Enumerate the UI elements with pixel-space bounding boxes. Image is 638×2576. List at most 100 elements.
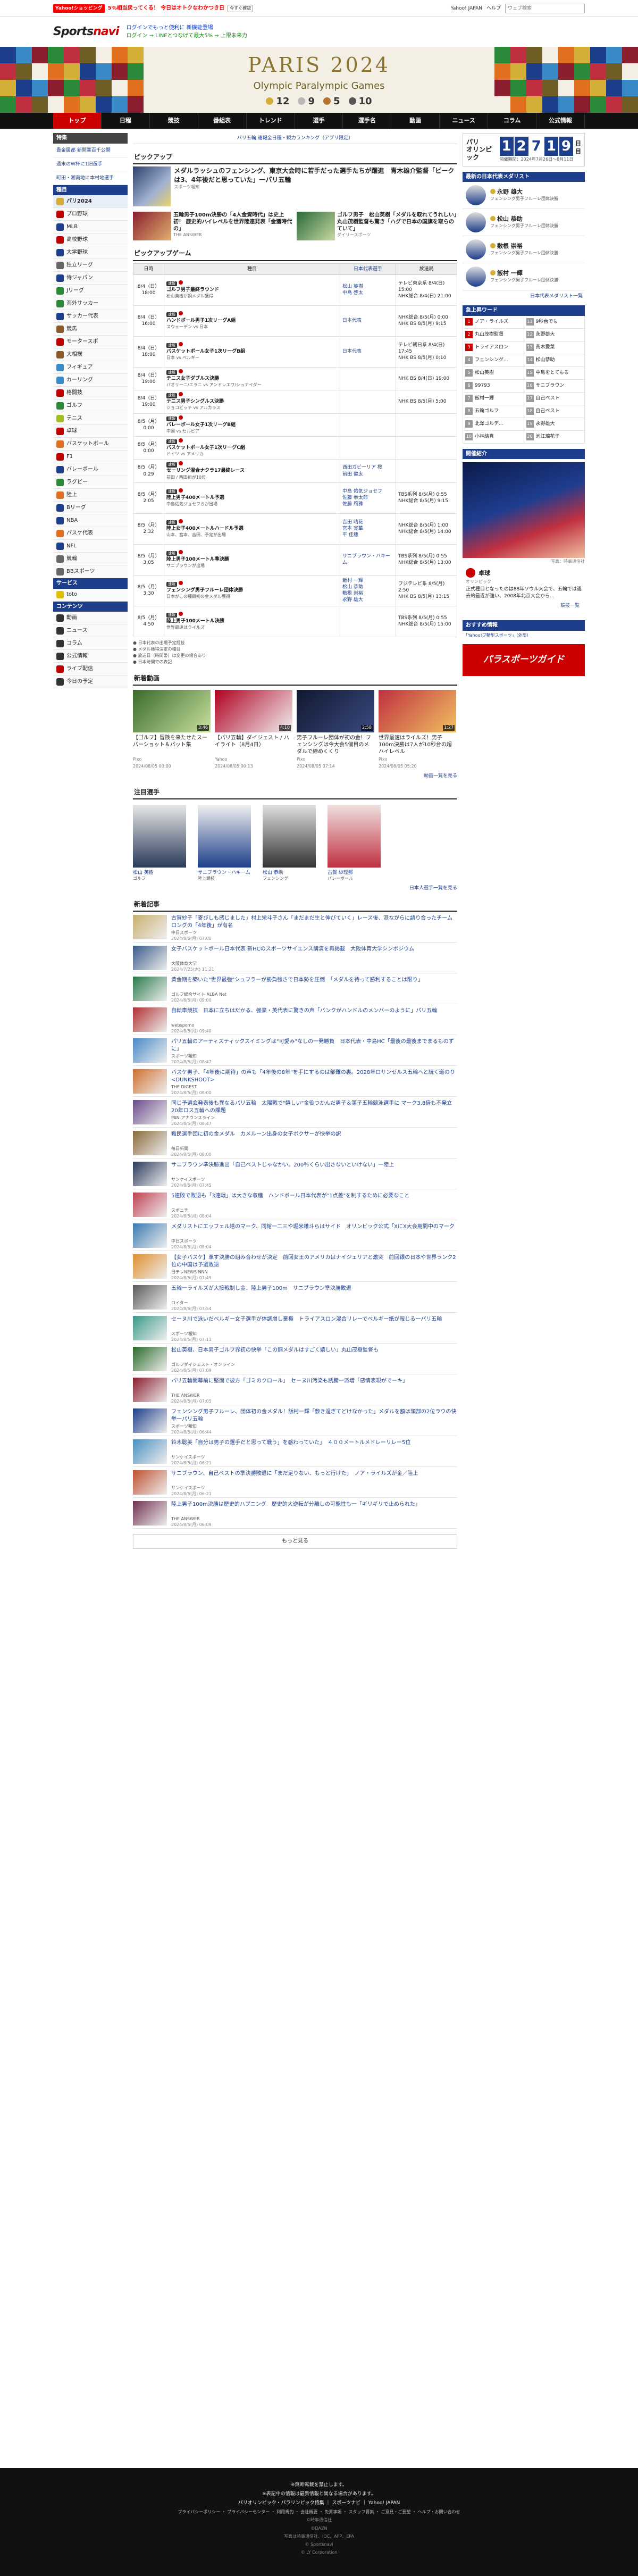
video-thumbnail[interactable]: 2:58 xyxy=(297,689,374,732)
game-event-name[interactable]: 陸上女子400メートルハードル予選 xyxy=(166,526,338,532)
nav-item[interactable]: コラム xyxy=(488,113,537,129)
sidebar-item-sports[interactable]: バスケットボール xyxy=(53,438,128,451)
medalist-item[interactable]: 飯村 一輝 フェンシング男子フルーレ団体決勝 xyxy=(463,263,585,291)
videos-more-link[interactable]: 動画一覧を見る xyxy=(133,773,457,779)
game-players[interactable]: サニブラウン・ハキーム xyxy=(340,544,396,576)
ranking-item[interactable]: 20 池江璃花子 xyxy=(524,430,585,444)
video-title[interactable]: 【ゴルフ】冒険を来たせたスーパーショット＆パット集 xyxy=(133,735,211,756)
ranking-word[interactable]: サニブラウン xyxy=(536,382,565,389)
news-thumbnail[interactable] xyxy=(133,1316,167,1341)
sidebar-item-contents[interactable]: 公式情報 xyxy=(53,650,128,663)
news-title[interactable]: セーヌ川で泳いだベルギー女子選手が体調崩し棄権 トライアスロン混合リレーでベルギ… xyxy=(171,1316,442,1331)
ranking-item[interactable]: 4 フェンシング... xyxy=(463,354,524,367)
game-event[interactable]: 速報 バスケットボール女子1次リーグB組 日本 vs ベルギー xyxy=(164,336,340,368)
sidebar-item-sports[interactable]: 海外サッカー xyxy=(53,297,128,310)
news-thumbnail[interactable] xyxy=(133,1254,167,1279)
promo-button[interactable]: 今すぐ確認 xyxy=(228,4,254,13)
ranking-word[interactable]: 99793 xyxy=(475,382,490,389)
sidebar-item-sports[interactable]: バレーボール xyxy=(53,463,128,476)
athlete-name[interactable]: サニブラウン・ハキーム xyxy=(198,870,251,876)
news-item[interactable]: フェンシング男子フルーレ、団体初の金メダル！飯村一輝「敷き過ぎてどけなかった」メ… xyxy=(133,1405,457,1437)
game-event-name[interactable]: フェンシング男子フルーレ団体決勝 xyxy=(166,587,338,594)
medalist-avatar[interactable] xyxy=(466,212,486,233)
game-row[interactable]: 8/5（月） 3:05 速報 陸上男子100メートル準決勝 サニブラウンが出場 サニブラウ… xyxy=(133,544,457,576)
news-item[interactable]: 5連敗で敗退も「3連戦」は大きな収穫 ハンドボール日本代表が"1点差"を制するた… xyxy=(133,1189,457,1221)
sidebar-item-sports[interactable]: MLB xyxy=(53,221,128,234)
game-players[interactable] xyxy=(340,366,396,391)
medalist-name[interactable]: 永野 雄大 xyxy=(497,188,523,195)
sidebar-item-sports[interactable]: フィギュア xyxy=(53,361,128,374)
news-thumbnail[interactable] xyxy=(133,1193,167,1218)
game-event[interactable]: 速報 ゴルフ男子最終ラウンド 松山英樹が銅メダル獲得 xyxy=(164,274,340,306)
athlete-card[interactable]: 松山 英樹 ゴルフ xyxy=(133,804,186,882)
news-thumbnail[interactable] xyxy=(133,1223,167,1248)
game-row[interactable]: 8/4（日） 18:00 速報 バスケットボール女子1次リーグB組 日本 vs ベルギー… xyxy=(133,336,457,368)
medalist-item[interactable]: 松山 恭助 フェンシング男子フルーレ団体決勝 xyxy=(463,209,585,237)
ranking-item[interactable]: 11 9秒台でも xyxy=(524,315,585,329)
sidebar-item-sports[interactable]: テニス xyxy=(53,412,128,425)
nav-item[interactable]: トップ xyxy=(53,113,102,129)
feature-more-link[interactable]: 競技一覧 xyxy=(466,600,582,612)
pickup-thumbnail[interactable] xyxy=(133,212,171,241)
footer-links-2[interactable]: プライバシーポリシー ・ プライバシーセンター ・ 利用規約 ・ 会社概要 ・ … xyxy=(0,2508,638,2516)
athletes-more-link[interactable]: 日本人選手一覧を見る xyxy=(133,885,457,891)
news-item[interactable]: セーヌ川で泳いだベルギー女子選手が体調崩し棄権 トライアスロン混合リレーでベルギ… xyxy=(133,1313,457,1344)
news-title[interactable]: 黄金期を築いた"世界最強"シュフラーが勝負強さで日本勢を圧倒 「メダルを待って勝… xyxy=(171,977,423,991)
sportsnavi-logo[interactable]: Sportsnavi xyxy=(53,24,120,40)
news-item[interactable]: パリ五輪開幕前に堅固で彼方「ゴミのクロール」 セーヌ川汚染も誘騰一派増「感情表現… xyxy=(133,1374,457,1406)
athlete-photo[interactable] xyxy=(328,804,381,868)
news-item[interactable]: 同じ予選会発表後も異なるパリ五輪 太陽戦で"嬉しい"金役つかんだ男子＆第子五輪競… xyxy=(133,1097,457,1128)
athlete-name[interactable]: 古賀 紗理那 xyxy=(328,870,381,876)
news-more-button[interactable]: もっと見る xyxy=(133,1534,457,1549)
news-title[interactable]: 【女子バスケ】革す決勝の組み合わせが決定 前回女王のアメリカはナイジェリアと激突… xyxy=(171,1254,457,1269)
ranking-item[interactable]: 15 中島をとてもる xyxy=(524,366,585,380)
feature-photo[interactable] xyxy=(463,462,585,558)
pickup-main-title[interactable]: メダルラッシュのフェンシング、東京大会時に若手だった選手たちが躍進 青木雄介監督… xyxy=(174,166,457,185)
medalist-avatar[interactable] xyxy=(466,266,486,287)
special-link[interactable]: 週末のW杯に1旧選手 xyxy=(53,157,128,171)
news-title[interactable]: サニブラウン準決勝進出「自己ベストじゃなかい。200％くらい出さないといけない」… xyxy=(171,1162,394,1177)
news-title[interactable]: 同じ予選会発表後も異なるパリ五輪 太陽戦で"嬉しい"金役つかんだ男子＆第子五輪競… xyxy=(171,1100,457,1115)
ranking-item[interactable]: 14 松山恭助 xyxy=(524,354,585,367)
video-title[interactable]: 【パリ五輪】ダイジェスト / ハイライト（8月4日） xyxy=(215,735,292,756)
sidebar-item-sports[interactable]: サッカー代表 xyxy=(53,310,128,323)
athlete-photo[interactable] xyxy=(133,804,186,868)
sidebar-item-sports[interactable]: ゴルフ xyxy=(53,399,128,412)
ranking-word[interactable]: 飯村一輝 xyxy=(475,395,494,402)
link-yahoo-japan[interactable]: Yahoo! JAPAN xyxy=(451,5,482,12)
medalist-item[interactable]: 敷根 崇裕 フェンシング男子フルーレ団体決勝 xyxy=(463,236,585,264)
news-title[interactable]: サニブラウン、自己ベストの準決勝敗退に「まだ足りない、もっと行けた」 ノア・ライ… xyxy=(171,1470,418,1485)
sidebar-item-sports[interactable]: モータースポ xyxy=(53,336,128,348)
sidebar-item-sports[interactable]: Jリーグ xyxy=(53,285,128,297)
news-item[interactable]: サニブラウン準決勝進出「自己ベストじゃなかい。200％くらい出さないといけない」… xyxy=(133,1158,457,1190)
game-players[interactable]: 中島 佑気ジョセフ 佐藤 拳太郎 佐藤 風雅 xyxy=(340,482,396,514)
game-row[interactable]: 8/5（月） 0:29 速報 セーリング混合ナクラ17最終レース 前田 / 西田組が10… xyxy=(133,459,457,483)
news-item[interactable]: 古賀紗子「寄びしも感じました」村上栄斗子さん「まだまだ生と伸びていく」レース後、… xyxy=(133,912,457,943)
nav-item[interactable]: 日程 xyxy=(102,113,150,129)
news-thumbnail[interactable] xyxy=(133,977,167,1002)
game-players[interactable] xyxy=(340,413,396,437)
game-players[interactable] xyxy=(340,390,396,414)
video-card[interactable]: 1:27 世界最速はライルズ！男子100m決勝は7人が10秒台の超ハイレベル Pix… xyxy=(379,689,456,770)
pickup-title[interactable]: 五輪男子100m決勝の「4人金資時代」は史上初！ 歴史的ハイレベルを世界陸連発表… xyxy=(173,212,293,232)
sidebar-item-contents[interactable]: コラム xyxy=(53,637,128,650)
ranking-word[interactable]: 池江璃花子 xyxy=(536,433,560,440)
ranking-word[interactable]: 松山英樹 xyxy=(475,370,494,376)
sidebar-item-sports[interactable]: パリ2024 xyxy=(53,195,128,208)
sidebar-item-sports[interactable]: BBスポーツ xyxy=(53,565,128,578)
news-thumbnail[interactable] xyxy=(133,1038,167,1063)
ranking-item[interactable]: 19 永野雄大 xyxy=(524,418,585,431)
game-row[interactable]: 8/5（月） 0:00 速報 バスケットボール女子1次リーグC組 ドイツ vs アメリカ xyxy=(133,436,457,460)
game-event-name[interactable]: セーリング混合ナクラ17最終レース xyxy=(166,468,338,474)
game-event[interactable]: 速報 ハンドボール男子1次リーグA組 スウェーデン vs 日本 xyxy=(164,305,340,337)
sidebar-item-sports[interactable]: 競輪 xyxy=(53,553,128,565)
news-title[interactable]: 陸上男子100m決勝は歴史的ハプニング 歴史的大逆転が分離しの可能性も一「ギリギ… xyxy=(171,1501,421,1516)
sidebar-item-contents[interactable]: ニュース xyxy=(53,624,128,637)
game-row[interactable]: 8/4（日） 18:00 速報 ゴルフ男子最終ラウンド 松山英樹が銅メダル獲得 松山 英樹… xyxy=(133,274,457,306)
sidebar-item-sports[interactable]: 卓球 xyxy=(53,425,128,438)
sidebar-item-sports[interactable]: カーリング xyxy=(53,374,128,387)
news-thumbnail[interactable] xyxy=(133,1007,167,1032)
pickup-thumbnail[interactable] xyxy=(297,212,335,241)
video-card[interactable]: 4:10 【パリ五輪】ダイジェスト / ハイライト（8月4日） Yahoo 2024/… xyxy=(215,689,292,770)
medalist-avatar[interactable] xyxy=(466,185,486,206)
